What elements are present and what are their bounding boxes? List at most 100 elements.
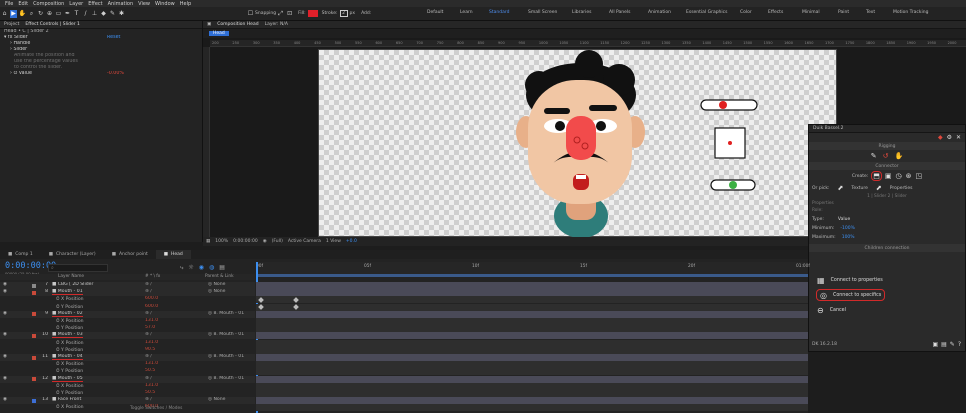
workspace-minimal[interactable]: Minimal — [802, 10, 820, 15]
property-track[interactable] — [256, 325, 808, 333]
snapshot-icon[interactable]: ◉ — [263, 239, 267, 244]
property-name[interactable]: ⏱ Y Position — [56, 304, 83, 310]
visibility-eye-icon[interactable]: ◉ — [3, 397, 7, 402]
bone-icon[interactable]: ✎ — [871, 152, 877, 160]
layer-label-color[interactable] — [32, 355, 36, 360]
timeline-layer-row[interactable]: ◉ 11 ■ Mouth - 04 ⊕ / ◎ 8. Mouth - 01 — [0, 354, 255, 361]
property-value[interactable]: 50.5 — [145, 368, 155, 373]
layer-switches[interactable]: ⊕ / — [145, 282, 152, 287]
layer-label-color[interactable] — [32, 312, 36, 317]
tab-project[interactable]: Project — [4, 22, 19, 27]
timeline-property-row[interactable]: ⏱ Y Position 600.0 — [0, 304, 255, 311]
maximum-value[interactable]: 100% — [842, 235, 855, 240]
property-track[interactable] — [256, 390, 808, 397]
menu-view[interactable]: View — [138, 1, 150, 7]
property-name[interactable]: ⏱ X Position — [56, 361, 84, 367]
work-area-bar[interactable] — [256, 274, 808, 277]
save-icon[interactable]: ▣ — [932, 341, 938, 348]
graph-editor-icon[interactable]: ▤ — [219, 264, 225, 272]
cancel-button[interactable]: ⊖ Cancel — [817, 305, 846, 315]
workspace-libraries[interactable]: Libraries — [572, 10, 591, 15]
fx-value-row[interactable]: › ⏱ Value -0.00% — [0, 71, 202, 77]
stroke-width-input[interactable]: 2 — [339, 10, 348, 17]
close-icon[interactable]: ■ — [112, 250, 116, 259]
layer-name[interactable]: ■ Mouth - 03 — [52, 332, 83, 339]
rectangle-tool-icon[interactable]: ▭ — [55, 10, 62, 18]
snap-anchor-icon[interactable]: ⊡ — [286, 10, 293, 18]
timeline-property-row[interactable]: ⏱ Y Position 50.5 — [0, 390, 255, 397]
fill-color-swatch[interactable] — [307, 10, 318, 17]
property-track[interactable] — [256, 296, 808, 304]
property-value[interactable]: 57.0 — [145, 325, 155, 330]
layer-duration-bar[interactable] — [256, 282, 808, 289]
property-name[interactable]: ⏱ X Position — [56, 383, 84, 389]
workspace-learn[interactable]: Learn — [460, 10, 473, 15]
workspace-effects[interactable]: Effects — [768, 10, 783, 15]
viewer-views[interactable]: 1 View — [326, 239, 341, 244]
keyframe[interactable] — [258, 297, 264, 303]
layer-name[interactable]: ■ Mouth - 05 — [52, 376, 83, 382]
workspace-motion-tracking[interactable]: Motion Tracking — [893, 10, 928, 15]
pen-tool-icon[interactable]: ✒ — [64, 10, 71, 18]
layer-switches[interactable]: ⊕ / — [145, 397, 152, 402]
menu-layer[interactable]: Layer — [69, 1, 83, 7]
property-track[interactable] — [256, 339, 808, 347]
layer-name[interactable]: ■ Mouth - 04 — [52, 354, 83, 360]
parent-link-dropdown[interactable]: ◎ 8. Mouth - 01 — [208, 354, 244, 359]
layer-switches[interactable]: ⊕ / — [145, 311, 152, 316]
layer-label-color[interactable] — [32, 283, 36, 288]
texture-label[interactable]: Texture — [851, 186, 867, 191]
type-tool-icon[interactable]: T — [73, 10, 80, 18]
tab-layer[interactable]: Layer: N/A — [265, 22, 288, 27]
menu-edit[interactable]: Edit — [18, 1, 28, 7]
lock-icon[interactable]: ▣ — [207, 22, 211, 27]
workspace-animation[interactable]: Animation — [648, 10, 671, 15]
layer-switches[interactable]: ⊕ / — [145, 289, 152, 294]
property-track[interactable] — [256, 368, 808, 376]
connect-to-specifics-button[interactable]: ◎ Connect to specifics — [815, 289, 886, 301]
layer-label-color[interactable] — [32, 290, 36, 295]
fx-reset-link[interactable]: Reset — [107, 35, 120, 41]
layer-switches[interactable]: ⊕ / — [145, 332, 152, 337]
parent-link-dropdown[interactable]: ◎ None — [208, 282, 225, 287]
layer-name[interactable]: ■ CBG [ 2D Slider — [52, 282, 93, 287]
timeline-property-row[interactable]: ⏱ Y Position 57.0 — [0, 325, 255, 332]
menu-animation[interactable]: Animation — [108, 1, 134, 7]
fx-slider-row[interactable]: ▾ fx Slider Reset — [0, 35, 202, 41]
menu-window[interactable]: Window — [155, 1, 175, 7]
parent-link-dropdown[interactable]: ◎ None — [208, 289, 225, 294]
menu-help[interactable]: Help — [180, 1, 191, 7]
timeline-tab[interactable]: ■ Character (Layer) — [41, 250, 104, 259]
toggle-switches-modes[interactable]: Toggle Switches / Modes — [130, 406, 182, 411]
duik-rig-icon[interactable]: ◆ — [938, 134, 943, 141]
property-value[interactable]: 600.0 — [145, 304, 158, 309]
layer-label-color[interactable] — [32, 398, 36, 403]
connect-to-properties-button[interactable]: ▦ Connect to properties — [817, 275, 883, 285]
layer-name[interactable]: ■ Mouth - 01 — [52, 289, 83, 296]
property-value[interactable]: 90.5 — [145, 347, 155, 352]
property-value[interactable]: 131.0 — [145, 383, 158, 388]
property-name[interactable]: ⏱ X Position — [56, 404, 84, 410]
layer-name[interactable]: ■ Mouth - 02 — [52, 311, 83, 317]
timeline-property-row[interactable]: ⏱ X Position 600.0 — [0, 296, 255, 303]
duik-close-icon[interactable]: ✕ — [956, 134, 961, 141]
keyframe[interactable] — [258, 304, 264, 310]
parent-link-dropdown[interactable]: ◎ None — [208, 397, 225, 402]
property-track[interactable] — [256, 361, 808, 369]
pick-property-icon[interactable]: ⬈ — [876, 184, 882, 192]
parent-link-dropdown[interactable]: ◎ 8. Mouth - 01 — [208, 311, 244, 316]
timeline-layer-row[interactable]: ◉ 10 ■ Mouth - 03 ⊕ / ◎ 8. Mouth - 01 — [0, 332, 255, 340]
timeline-property-row[interactable]: ⏱ X Position 600.0 — [0, 404, 255, 411]
time-ruler[interactable]: 00f 05f 10f 15f 20f 01:00f — [256, 262, 810, 274]
viewer-quality[interactable]: (Full) — [272, 239, 283, 244]
property-name[interactable]: ⏱ X Position — [56, 318, 84, 324]
property-name[interactable]: ⏱ Y Position — [56, 347, 83, 353]
layer-label-color[interactable] — [32, 333, 36, 338]
frame-blend-icon[interactable]: ◉ — [199, 264, 204, 272]
orbit-camera-icon[interactable]: ↻ — [37, 10, 44, 18]
property-value[interactable]: 600.0 — [145, 296, 158, 301]
minimum-value[interactable]: -100% — [840, 226, 855, 231]
hand-tool-icon[interactable]: ✋ — [19, 10, 26, 18]
layer-duration-bar[interactable] — [256, 375, 808, 383]
connector-icon[interactable]: ↺ — [883, 152, 889, 160]
